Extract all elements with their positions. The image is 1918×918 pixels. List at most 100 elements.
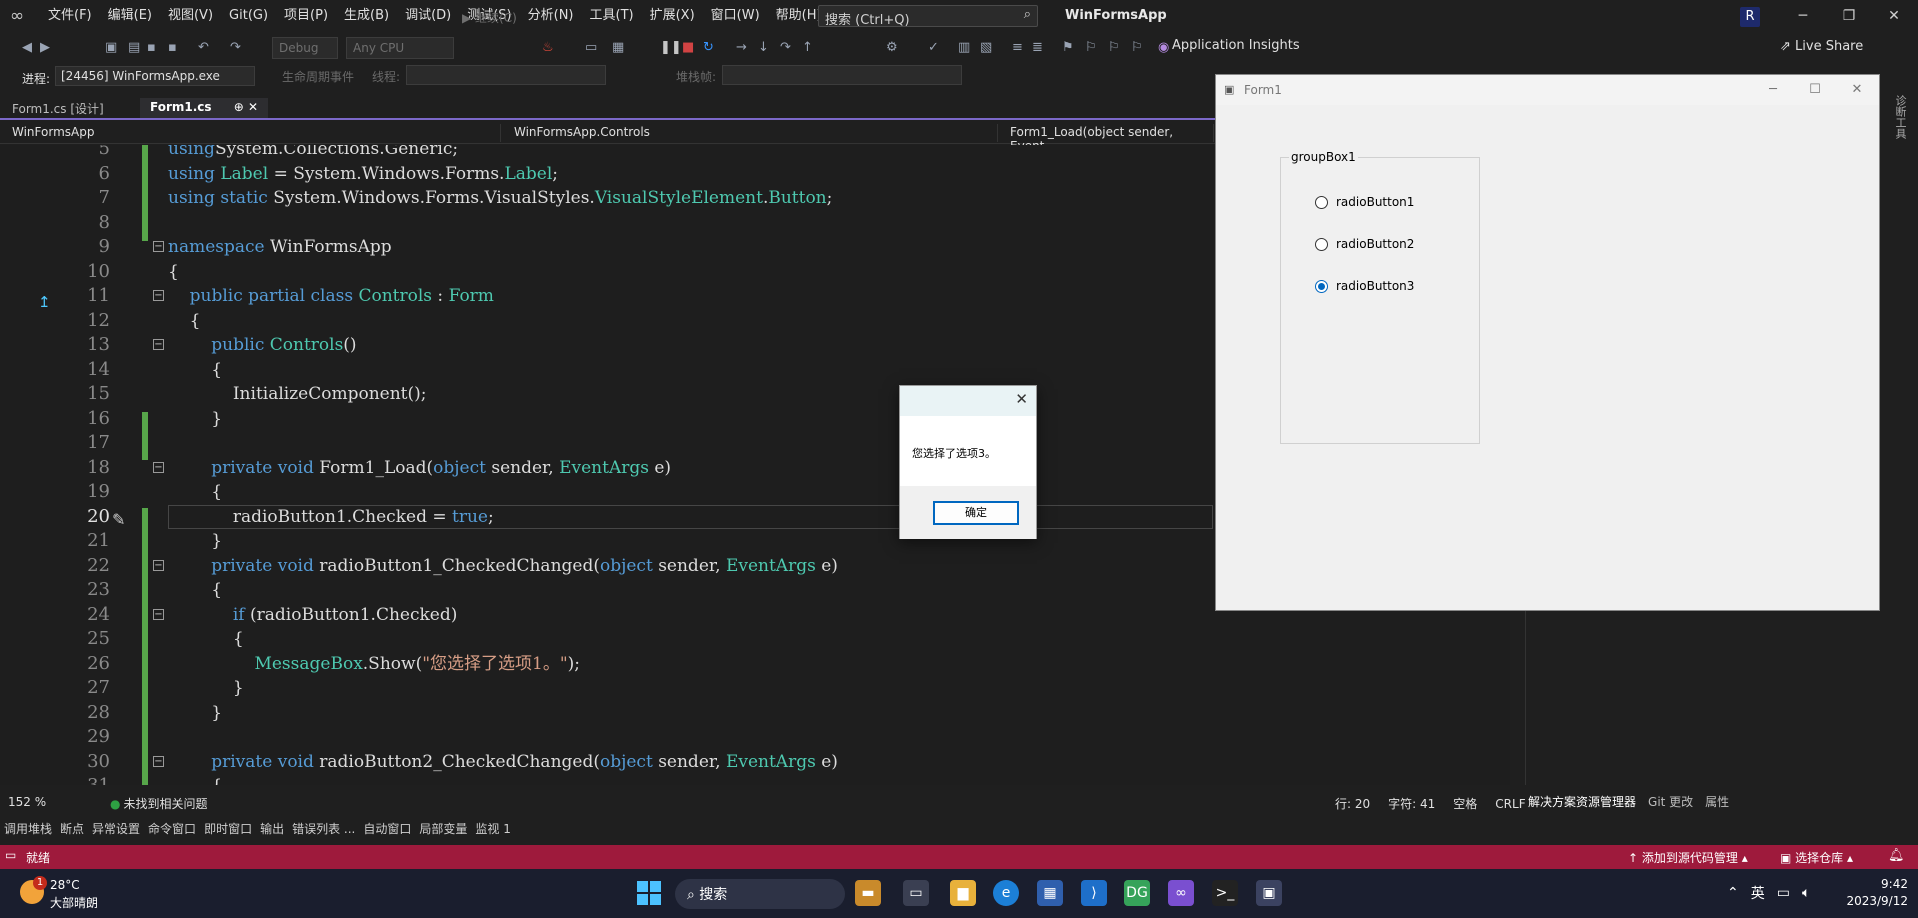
task-view-icon[interactable]: ▭ xyxy=(903,880,929,906)
message-box-title-bar[interactable]: ✕ xyxy=(900,386,1036,416)
indent-icon[interactable]: ≡ xyxy=(1012,40,1023,55)
column-number[interactable]: 字符: 41 xyxy=(1388,795,1435,812)
search-input[interactable]: 搜索 (Ctrl+Q) ⌕ xyxy=(818,5,1038,28)
step-out-icon[interactable]: ↑ xyxy=(802,40,813,55)
radio-button-2[interactable]: radioButton2 xyxy=(1315,237,1414,251)
step-into-icon[interactable]: ↓ xyxy=(758,40,769,55)
menu-analyze[interactable]: 分析(N) xyxy=(520,0,582,32)
collapse-icon[interactable]: − xyxy=(153,339,164,350)
radio-indicator-checked[interactable] xyxy=(1315,279,1328,293)
radio-button-1[interactable]: radioButton1 xyxy=(1315,195,1414,209)
datagrip-icon[interactable]: DG xyxy=(1124,880,1150,906)
bookmark-icon[interactable]: ⚑ xyxy=(1062,40,1074,55)
tab-form1-designer[interactable]: Form1.cs [设计] xyxy=(2,98,114,118)
thread-select[interactable] xyxy=(406,65,606,85)
new-project-icon[interactable]: ▣ xyxy=(105,40,117,55)
radio-button-3[interactable]: radioButton3 xyxy=(1315,279,1414,293)
tab-properties[interactable]: 属性 xyxy=(1705,793,1729,810)
form1-close-button[interactable]: ✕ xyxy=(1839,80,1875,100)
collapse-icon[interactable]: − xyxy=(153,290,164,301)
menu-extensions[interactable]: 扩展(X) xyxy=(642,0,703,32)
tab-watch-1[interactable]: 监视 1 xyxy=(475,820,510,837)
minimize-button[interactable]: ─ xyxy=(1783,5,1823,27)
restore-button[interactable]: ❐ xyxy=(1829,5,1869,27)
collapse-icon[interactable]: − xyxy=(153,461,164,473)
collapse-icon[interactable]: − xyxy=(153,559,164,571)
tab-command-window[interactable]: 命令窗口 xyxy=(148,820,196,837)
hot-reload-options-icon[interactable]: ⚙ xyxy=(886,40,898,55)
platform-select[interactable]: Any CPU xyxy=(346,37,454,59)
continue-button[interactable]: ▶ 继续(C) xyxy=(462,9,517,26)
spell-check-icon[interactable]: ✓ xyxy=(928,40,939,55)
visual-studio-logo-icon[interactable]: ∞ xyxy=(10,7,32,25)
save-icon[interactable]: ▪ xyxy=(147,40,156,55)
close-icon[interactable]: ✕ xyxy=(1015,390,1028,408)
taskbar-search[interactable]: ⌕ 搜索 xyxy=(675,879,845,909)
windows-start-icon[interactable] xyxy=(637,881,661,905)
format-icon[interactable]: ▥ xyxy=(958,40,970,55)
visual-studio-icon[interactable]: ∞ xyxy=(1168,880,1194,906)
weather-temperature[interactable]: 28°C xyxy=(50,878,80,892)
stack-frame-select[interactable] xyxy=(722,65,962,85)
add-to-source-control-button[interactable]: ↑ 添加到源代码管理 ▴ xyxy=(1628,849,1748,866)
stop-icon[interactable]: ■ xyxy=(682,40,694,55)
diagnostic-tools-side-tab[interactable]: 诊断工具 xyxy=(1892,95,1908,139)
live-share-button[interactable]: ⇗ Live Share xyxy=(1780,39,1863,54)
tab-solution-explorer[interactable]: 解决方案资源管理器 xyxy=(1528,793,1636,810)
code-line[interactable]: 25 { xyxy=(0,627,1510,651)
menu-window[interactable]: 窗口(W) xyxy=(703,0,768,32)
terminal-icon[interactable]: >_ xyxy=(1212,880,1238,906)
weather-description[interactable]: 大部晴朗 xyxy=(50,894,98,911)
outdent-icon[interactable]: ≣ xyxy=(1032,40,1043,55)
edge-browser-icon[interactable]: e xyxy=(993,880,1019,906)
line-endings[interactable]: CRLF xyxy=(1495,797,1525,811)
show-next-statement-icon[interactable]: → xyxy=(736,40,747,55)
tab-call-stack[interactable]: 调用堆栈 xyxy=(4,820,52,837)
store-icon[interactable]: ▦ xyxy=(1037,880,1063,906)
volume-icon[interactable]: 🔈︎ xyxy=(1802,885,1810,901)
browse-icon[interactable]: ▭ xyxy=(585,40,597,55)
clear-bookmarks-icon[interactable]: ⚐ xyxy=(1131,40,1143,55)
application-insights-button[interactable]: Application Insights xyxy=(1172,38,1300,53)
save-all-icon[interactable]: ▪ xyxy=(168,40,177,55)
tray-overflow-icon[interactable]: ⌃ xyxy=(1727,885,1739,901)
ime-indicator[interactable]: 英 xyxy=(1751,883,1765,903)
tab-error-list[interactable]: 错误列表 ... xyxy=(292,820,355,837)
configuration-select[interactable]: Debug xyxy=(272,37,338,59)
collapse-icon[interactable]: − xyxy=(153,608,164,620)
vscode-icon[interactable]: ⟩ xyxy=(1081,880,1107,906)
issues-indicator[interactable]: ● 未找到相关问题 xyxy=(110,795,208,812)
menu-tools[interactable]: 工具(T) xyxy=(582,0,642,32)
menu-edit[interactable]: 编辑(E) xyxy=(100,0,160,32)
prev-bookmark-icon[interactable]: ⚐ xyxy=(1085,40,1097,55)
menu-git[interactable]: Git(G) xyxy=(221,0,276,32)
pin-icon[interactable]: ⊕ xyxy=(234,100,244,114)
hot-reload-icon[interactable]: ♨ xyxy=(542,40,554,55)
tab-autos[interactable]: 自动窗口 xyxy=(363,820,411,837)
form1-title-bar[interactable]: ▣ Form1 ─ ☐ ✕ xyxy=(1216,75,1879,105)
tab-git-changes[interactable]: Git 更改 xyxy=(1648,793,1693,810)
ok-button[interactable]: 确定 xyxy=(933,501,1019,525)
back-icon[interactable]: ◀ xyxy=(22,40,32,55)
avatar[interactable]: R xyxy=(1740,7,1760,27)
menu-debug[interactable]: 调试(D) xyxy=(397,0,459,32)
forward-icon[interactable]: ▶ xyxy=(40,40,50,55)
select-repository-button[interactable]: ▣ 选择仓库 ▴ xyxy=(1780,849,1853,866)
line-number[interactable]: 行: 20 xyxy=(1335,795,1370,812)
menu-project[interactable]: 项目(P) xyxy=(276,0,336,32)
step-over-icon[interactable]: ↷ xyxy=(780,40,791,55)
tab-close-icon[interactable]: ✕ xyxy=(248,100,258,114)
type-select[interactable]: WinFormsApp.Controls xyxy=(508,124,998,142)
whitespace-mode[interactable]: 空格 xyxy=(1453,795,1477,812)
tab-output[interactable]: 输出 xyxy=(260,820,284,837)
compare-icon[interactable]: ▧ xyxy=(980,40,992,55)
collapse-icon[interactable]: − xyxy=(153,241,164,252)
folder-app-icon[interactable]: ▬ xyxy=(855,880,881,906)
tab-locals[interactable]: 局部变量 xyxy=(419,820,467,837)
radio-indicator[interactable] xyxy=(1315,195,1328,209)
tab-breakpoints[interactable]: 断点 xyxy=(60,820,84,837)
code-line[interactable]: 29 xyxy=(0,725,1510,749)
next-bookmark-icon[interactable]: ⚐ xyxy=(1108,40,1120,55)
layout-icon[interactable]: ▦ xyxy=(612,40,624,55)
project-select[interactable]: WinFormsApp xyxy=(6,124,501,142)
